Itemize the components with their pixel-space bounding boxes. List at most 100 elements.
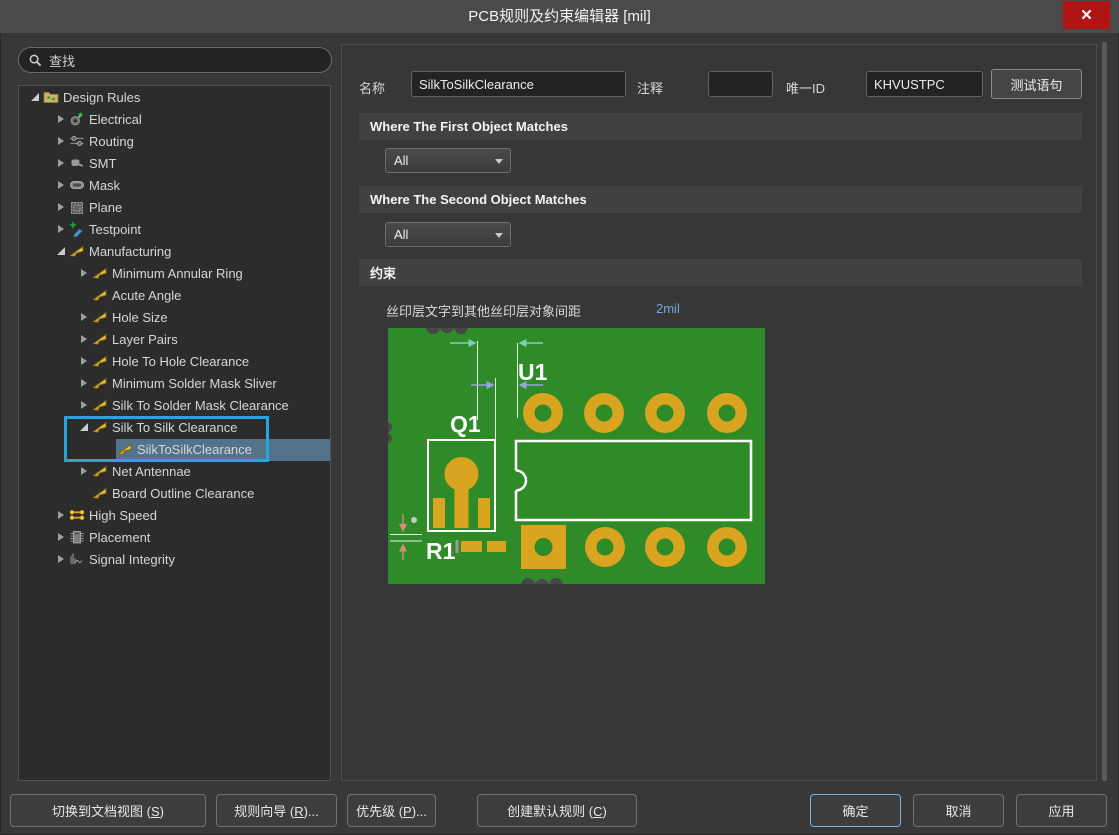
button-label: 优先级 (P)... <box>356 801 427 820</box>
manufacturing-icon <box>92 265 108 281</box>
expand-arrow-icon[interactable] <box>81 379 87 387</box>
tree-item-board-outline-clearance[interactable]: Board Outline Clearance <box>19 482 330 504</box>
window-title: PCB规则及约束编辑器 [mil] <box>0 0 1119 33</box>
expand-arrow-icon[interactable] <box>81 313 87 321</box>
tree-item-label: SMT <box>89 156 116 171</box>
manufacturing-icon <box>117 441 133 457</box>
tree-item-net-antennae[interactable]: Net Antennae <box>19 460 330 482</box>
tree-item-hole-size[interactable]: Hole Size <box>19 306 330 328</box>
tree-item-smt[interactable]: SMT <box>19 152 330 174</box>
tree-item-silktosilkclearance[interactable]: SilkToSilkClearance <box>19 438 330 460</box>
expand-arrow-icon[interactable] <box>58 511 64 519</box>
tree-item-silk-to-solder-mask-clearance[interactable]: Silk To Solder Mask Clearance <box>19 394 330 416</box>
priorities-button[interactable]: 优先级 (P)... <box>347 794 436 827</box>
constraints-header: 约束 <box>359 259 1082 286</box>
tree-item-hole-to-hole-clearance[interactable]: Hole To Hole Clearance <box>19 350 330 372</box>
tree-item-minimum-solder-mask-sliver[interactable]: Minimum Solder Mask Sliver <box>19 372 330 394</box>
tree-item-mask[interactable]: Mask <box>19 174 330 196</box>
expand-arrow-icon[interactable] <box>58 137 64 145</box>
unique-id-label: 唯一ID <box>786 78 825 97</box>
tree-item-plane[interactable]: Plane <box>19 196 330 218</box>
mask-icon <box>69 177 85 193</box>
signal-integrity-icon <box>69 551 85 567</box>
rule-name-input[interactable] <box>411 71 626 97</box>
chevron-down-icon <box>495 159 503 164</box>
button-label: 创建默认规则 (C) <box>507 801 607 820</box>
tree-item-label: Acute Angle <box>112 288 181 303</box>
vertical-scrollbar[interactable] <box>1102 42 1107 781</box>
expand-arrow-icon[interactable] <box>81 335 87 343</box>
first-object-scope-value: All <box>394 153 408 168</box>
manufacturing-icon <box>92 309 108 325</box>
collapse-arrow-icon[interactable] <box>57 247 65 255</box>
expand-arrow-icon[interactable] <box>58 115 64 123</box>
manufacturing-icon <box>92 331 108 347</box>
silk-clearance-label: 丝印层文字到其他丝印层对象间距 <box>386 301 581 320</box>
rules-tree-panel: Design RulesElectricalRouting SMT Mask Plan… <box>18 85 331 781</box>
apply-button[interactable]: 应用 <box>1016 794 1107 827</box>
unique-id-input[interactable] <box>866 71 983 97</box>
high-speed-icon <box>69 507 85 523</box>
expand-arrow-icon[interactable] <box>81 357 87 365</box>
rule-editor-panel: 名称 注释 唯一ID 测试语句 Where The First Object M… <box>341 44 1097 781</box>
tree-item-label: High Speed <box>89 508 157 523</box>
designator-r1: R1 <box>426 538 456 564</box>
tree-item-manufacturing[interactable]: Manufacturing <box>19 240 330 262</box>
expand-arrow-icon[interactable] <box>81 269 87 277</box>
designator-q1: Q1 <box>450 411 481 437</box>
tree-item-label: Minimum Annular Ring <box>112 266 243 281</box>
title-bar: PCB规则及约束编辑器 [mil] ✕ <box>0 0 1119 33</box>
tree-item-silk-to-silk-clearance[interactable]: Silk To Silk Clearance <box>19 416 330 438</box>
tree-item-minimum-annular-ring[interactable]: Minimum Annular Ring <box>19 262 330 284</box>
tree-item-layer-pairs[interactable]: Layer Pairs <box>19 328 330 350</box>
tree-item-high-speed[interactable]: High Speed <box>19 504 330 526</box>
collapse-arrow-icon[interactable] <box>80 423 88 431</box>
tree-item-label: Signal Integrity <box>89 552 175 567</box>
second-object-scope-value: All <box>394 227 408 242</box>
button-label: 规则向导 (R)... <box>234 801 319 820</box>
expand-arrow-icon[interactable] <box>81 467 87 475</box>
first-object-scope-dropdown[interactable]: All <box>385 148 511 173</box>
tree-item-testpoint[interactable]: Testpoint <box>19 218 330 240</box>
resistor-footprint <box>456 540 507 553</box>
manufacturing-icon <box>92 485 108 501</box>
test-queries-button[interactable]: 测试语句 <box>991 69 1082 99</box>
routing-icon <box>69 133 85 149</box>
tree-item-signal-integrity[interactable]: Signal Integrity <box>19 548 330 570</box>
tree-item-routing[interactable]: Routing <box>19 130 330 152</box>
expand-arrow-icon[interactable] <box>58 555 64 563</box>
manufacturing-icon <box>92 397 108 413</box>
comment-input[interactable] <box>708 71 773 97</box>
tree-item-acute-angle[interactable]: Acute Angle <box>19 284 330 306</box>
tree-item-label: SilkToSilkClearance <box>137 442 252 457</box>
second-object-scope-dropdown[interactable]: All <box>385 222 511 247</box>
expand-arrow-icon[interactable] <box>81 401 87 409</box>
button-label: 切换到文档视图 (S) <box>52 801 164 820</box>
expand-arrow-icon[interactable] <box>58 159 64 167</box>
manufacturing-icon <box>92 419 108 435</box>
silk-clearance-value[interactable]: 2mil <box>656 301 680 316</box>
expand-arrow-icon[interactable] <box>58 533 64 541</box>
search-input[interactable]: 查找 <box>18 47 332 73</box>
switch-to-document-view-button[interactable]: 切换到文档视图 (S) <box>10 794 206 827</box>
collapse-arrow-icon[interactable] <box>31 93 39 101</box>
create-default-rules-button[interactable]: 创建默认规则 (C) <box>477 794 637 827</box>
expand-arrow-icon[interactable] <box>58 203 64 211</box>
pcb-preview-image: U1 Q1 R1 <box>388 328 765 584</box>
ok-button[interactable]: 确定 <box>810 794 901 827</box>
manufacturing-icon <box>92 375 108 391</box>
manufacturing-icon <box>92 353 108 369</box>
expand-arrow-icon[interactable] <box>58 225 64 233</box>
tree-item-electrical[interactable]: Electrical <box>19 108 330 130</box>
tree-item-label: Mask <box>89 178 120 193</box>
close-icon: ✕ <box>1080 6 1093 24</box>
tree-item-placement[interactable]: Placement <box>19 526 330 548</box>
tree-item-label: Net Antennae <box>112 464 191 479</box>
manufacturing-icon <box>69 243 85 259</box>
cancel-button[interactable]: 取消 <box>913 794 1004 827</box>
rule-wizard-button[interactable]: 规则向导 (R)... <box>216 794 337 827</box>
design-rules-icon <box>43 89 59 105</box>
expand-arrow-icon[interactable] <box>58 181 64 189</box>
close-button[interactable]: ✕ <box>1063 1 1110 29</box>
tree-item-design-rules[interactable]: Design Rules <box>19 86 330 108</box>
